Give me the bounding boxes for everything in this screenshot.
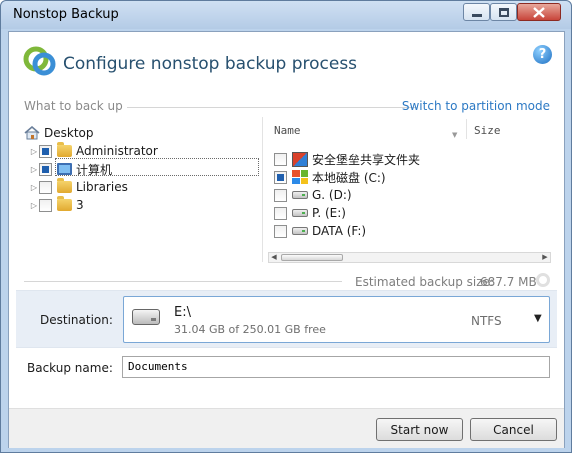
checkbox[interactable] (274, 170, 287, 184)
estimate-divider (24, 281, 342, 282)
hard-drive-icon (132, 309, 160, 325)
cancel-button[interactable]: Cancel (470, 418, 557, 441)
minimize-button[interactable] (463, 3, 490, 21)
drive-icon (292, 191, 308, 199)
folder-icon (57, 178, 72, 193)
expand-arrow-icon[interactable]: ▷ (29, 183, 39, 192)
expand-arrow-icon[interactable]: ▷ (29, 201, 39, 210)
checkbox[interactable] (274, 224, 287, 238)
list-item[interactable]: G. (D:) (274, 186, 352, 204)
destination-label: Destination: (40, 313, 113, 327)
dialog-footer: Start now Cancel (9, 408, 564, 448)
backup-name-label: Backup name: (27, 361, 113, 375)
tree-item-label: Desktop (44, 126, 94, 140)
app-folder-icon (292, 151, 308, 167)
maximize-button[interactable] (490, 3, 517, 21)
list-item-label: P. (E:) (312, 206, 346, 220)
app-window: Nonstop Backup Configure nonstop backup … (0, 0, 572, 453)
column-header-size[interactable]: Size (474, 124, 501, 137)
expand-arrow-icon[interactable]: ▷ (29, 165, 39, 174)
list-item[interactable]: 本地磁盘 (C:) (274, 168, 386, 186)
sync-logo-icon (23, 46, 56, 76)
tree-item-desktop[interactable]: Desktop (24, 124, 94, 142)
scroll-right-icon[interactable]: ▶ (540, 253, 550, 262)
dialog-body: Configure nonstop backup process ? What … (8, 31, 565, 448)
tree-item-computer[interactable]: ▷ 计算机 (29, 160, 112, 178)
folder-tree[interactable]: Desktop ▷ Administrator ▷ 计算机 ▷ Librarie… (24, 121, 259, 261)
folder-icon (57, 196, 72, 211)
title-bar[interactable]: Nonstop Backup (1, 1, 571, 29)
user-folder-icon (57, 142, 72, 157)
column-divider[interactable] (466, 119, 467, 139)
sort-arrow-icon: ▼ (452, 131, 458, 139)
list-item-label: 本地磁盘 (C:) (312, 170, 386, 185)
computer-icon (57, 163, 72, 175)
checkbox[interactable] (39, 180, 52, 194)
close-button[interactable] (517, 3, 561, 21)
horizontal-scrollbar[interactable]: ◀ ▶ (268, 252, 551, 263)
destination-free-space: 31.04 GB of 250.01 GB free (174, 323, 326, 336)
scrollbar-thumb[interactable] (281, 254, 343, 261)
switch-to-partition-mode-link[interactable]: Switch to partition mode (402, 99, 550, 113)
checkbox[interactable] (39, 198, 52, 212)
window-title: Nonstop Backup (13, 7, 119, 22)
expand-arrow-icon[interactable]: ▷ (29, 147, 39, 156)
minimize-icon (471, 13, 482, 17)
column-header-name[interactable]: Name (274, 124, 301, 137)
drive-icon (292, 209, 308, 217)
tree-item-3[interactable]: ▷ 3 (29, 196, 84, 214)
list-item-label: 安全堡垒共享文件夹 (312, 152, 421, 167)
list-item[interactable]: DATA (F:) (274, 222, 366, 240)
estimated-size-value: 687.7 MB (480, 275, 537, 289)
what-to-back-up-label: What to back up (24, 99, 123, 113)
close-icon (533, 6, 545, 18)
section-divider (127, 107, 417, 108)
tree-item-label: Libraries (76, 180, 128, 194)
destination-filesystem: NTFS (471, 314, 502, 328)
checkbox[interactable] (39, 162, 52, 176)
checkbox[interactable] (274, 206, 287, 220)
page-title: Configure nonstop backup process (63, 54, 358, 74)
tree-item-label: 3 (76, 198, 84, 212)
maximize-icon (498, 7, 509, 17)
windows-drive-icon (292, 170, 308, 184)
start-now-button[interactable]: Start now (376, 418, 463, 441)
checkbox[interactable] (274, 152, 287, 166)
spinner-icon (536, 273, 550, 287)
drive-icon (292, 227, 308, 235)
tree-item-label: 计算机 (76, 162, 113, 177)
list-item[interactable]: 安全堡垒共享文件夹 (274, 150, 420, 168)
tree-item-label: Administrator (76, 144, 158, 158)
checkbox[interactable] (39, 144, 52, 158)
destination-path: E:\ (174, 305, 191, 320)
estimated-size-label: Estimated backup size: (355, 275, 494, 289)
chevron-down-icon[interactable]: ▼ (534, 313, 542, 324)
checkbox[interactable] (274, 188, 287, 202)
destination-select[interactable]: E:\ 31.04 GB of 250.01 GB free NTFS ▼ (123, 296, 550, 343)
backup-name-input[interactable]: Documents (122, 356, 550, 378)
tree-item-libraries[interactable]: ▷ Libraries (29, 178, 128, 196)
list-item-label: G. (D:) (312, 188, 352, 202)
file-list[interactable]: Name ▼ Size 安全堡垒共享文件夹 本地磁盘 (C:) G. (D:) (262, 117, 551, 263)
list-item-label: DATA (F:) (312, 224, 367, 238)
scroll-left-icon[interactable]: ◀ (269, 253, 279, 262)
help-icon[interactable]: ? (533, 45, 552, 64)
home-icon (24, 126, 40, 140)
list-item[interactable]: P. (E:) (274, 204, 346, 222)
